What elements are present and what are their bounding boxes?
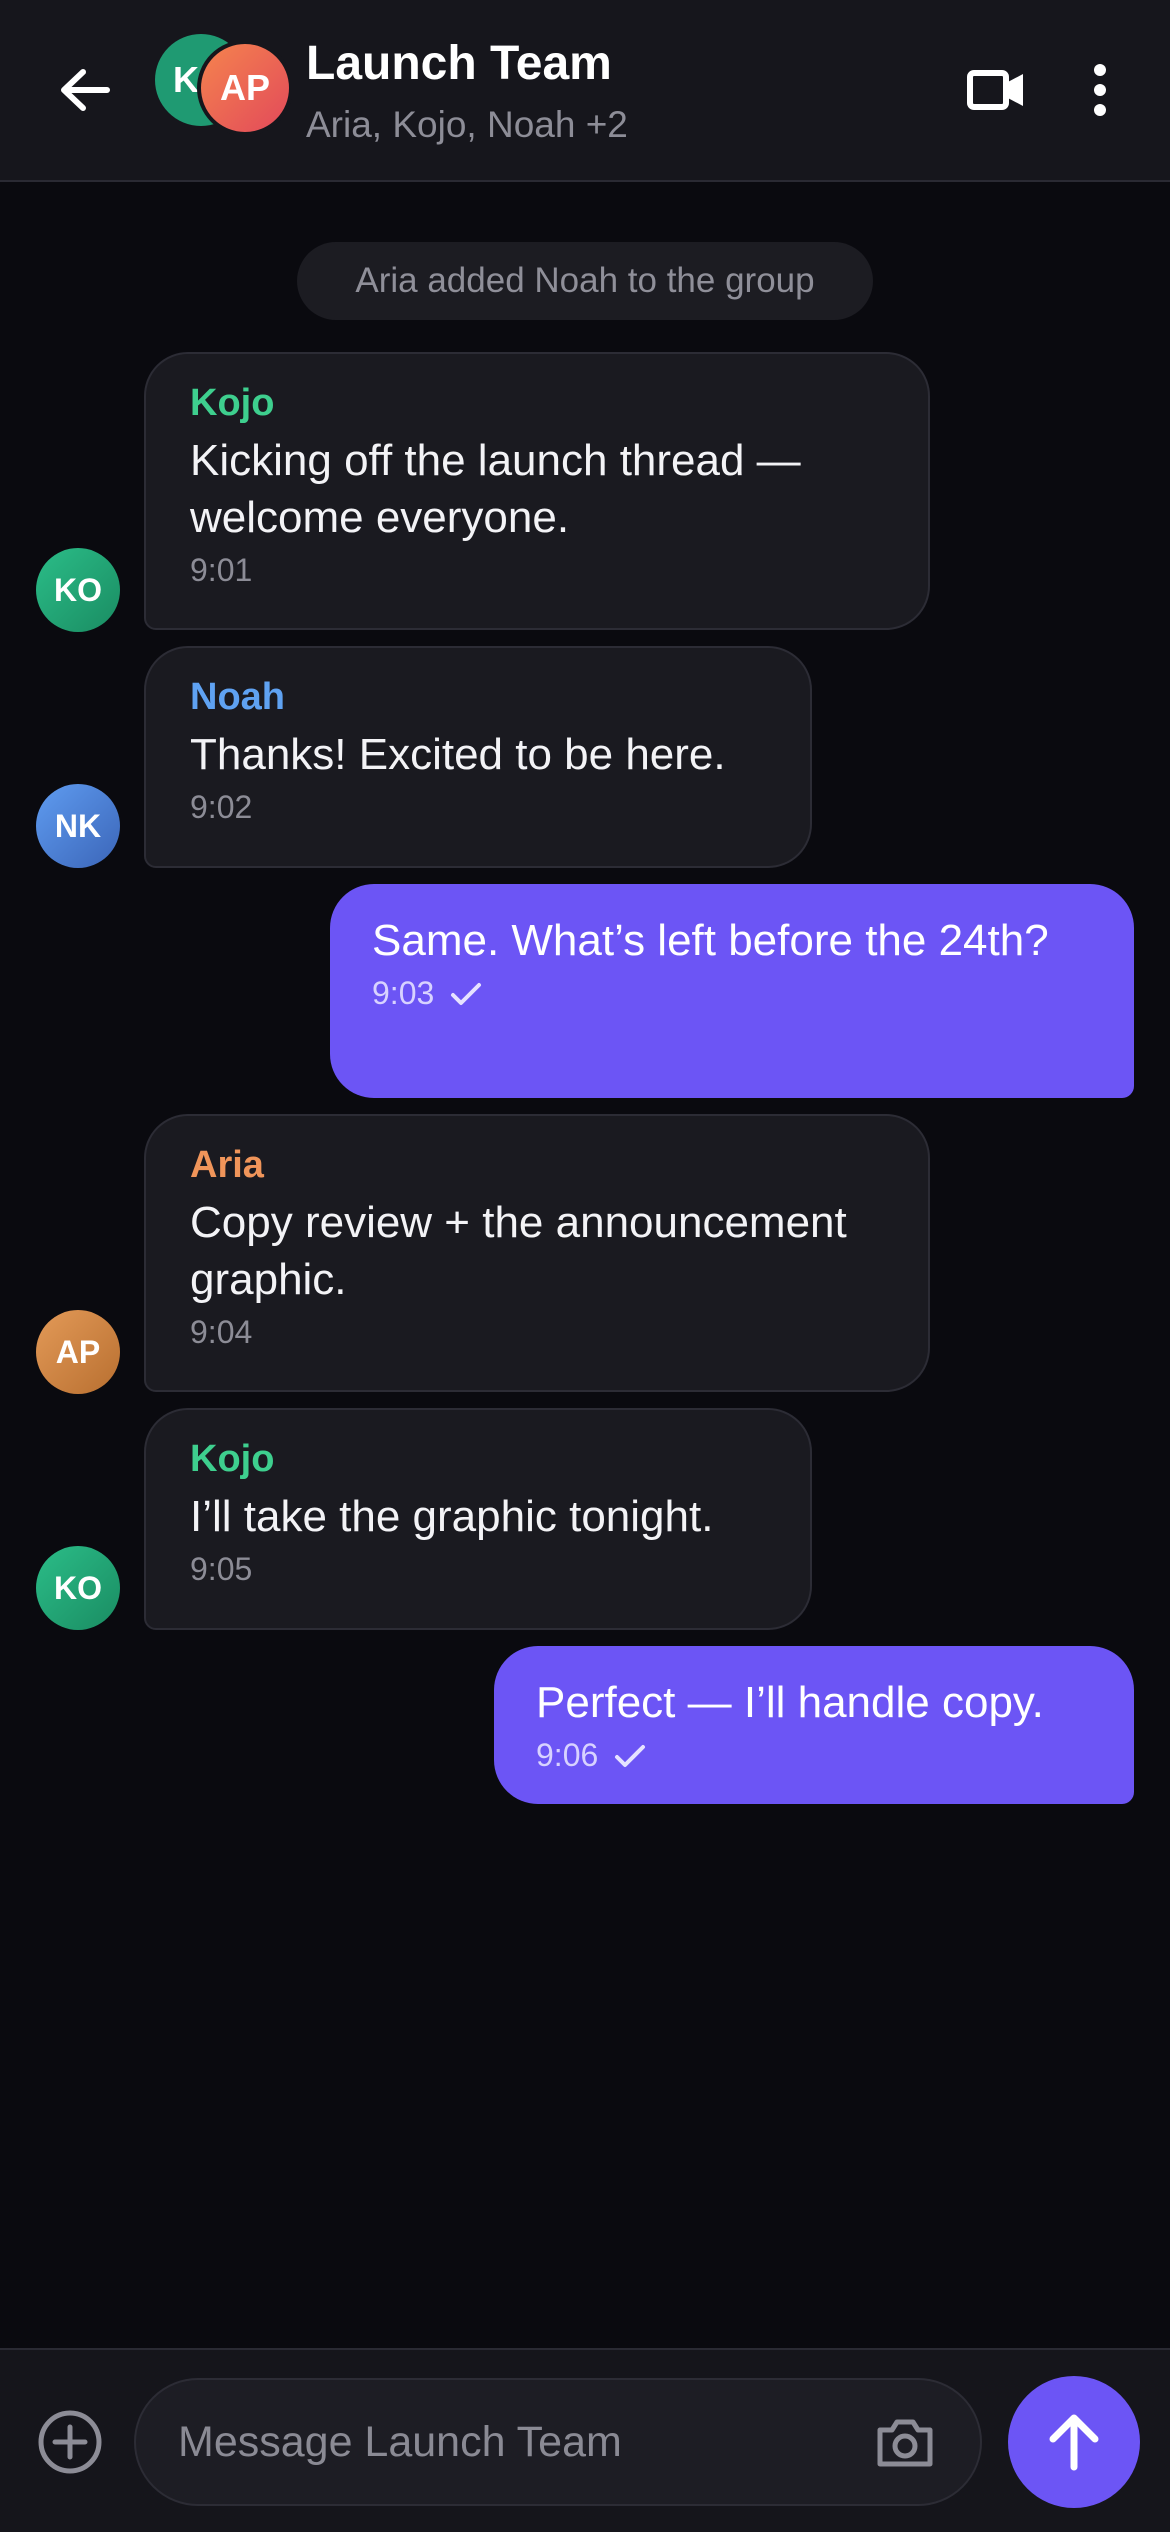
arrow-left-icon bbox=[61, 69, 110, 111]
avatar-initials: AP bbox=[55, 1333, 101, 1370]
message-text: Copy review + the announcement graphic. bbox=[190, 1198, 847, 1304]
checkmark-icon bbox=[450, 981, 482, 1007]
avatar-initials: NK bbox=[54, 807, 102, 844]
avatar[interactable]: KO bbox=[36, 1546, 120, 1630]
more-vertical-icon bbox=[1094, 64, 1106, 116]
system-message: Aria added Noah to the group bbox=[297, 242, 873, 320]
message-text: I’ll take the graphic tonight. bbox=[190, 1492, 714, 1541]
avatar-initials: AP bbox=[219, 67, 270, 108]
message-time: 9:02 bbox=[190, 789, 253, 825]
message-input-container bbox=[134, 2378, 982, 2506]
chat-title[interactable]: Launch Team bbox=[306, 36, 612, 91]
chat-members-subtitle[interactable]: Aria, Kojo, Noah +2 bbox=[306, 104, 628, 146]
camera-icon bbox=[877, 2419, 933, 2467]
plus-circle-icon bbox=[38, 2410, 102, 2474]
message-time: 9:06 bbox=[536, 1737, 1094, 1774]
avatar: AP bbox=[197, 40, 293, 136]
message-input[interactable] bbox=[178, 2380, 838, 2504]
chat-screen: K AP Launch Team Aria, Kojo, Noah +2 Ari… bbox=[0, 0, 1170, 2532]
message-text: Same. What’s left before the 24th? bbox=[372, 916, 1049, 965]
avatar-initials: KO bbox=[54, 571, 102, 608]
avatar[interactable]: NK bbox=[36, 784, 120, 868]
avatar-initials: K bbox=[173, 59, 199, 100]
message-time: 9:05 bbox=[190, 1551, 253, 1587]
message-bubble-incoming[interactable]: Noah Thanks! Excited to be here. 9:02 bbox=[144, 646, 812, 868]
message-bubble-incoming[interactable]: Kojo I’ll take the graphic tonight. 9:05 bbox=[144, 1408, 812, 1630]
message-bubble-incoming[interactable]: Kojo Kicking off the launch thread — wel… bbox=[144, 352, 930, 630]
message-sender: Noah bbox=[190, 676, 285, 718]
avatar[interactable]: KO bbox=[36, 548, 120, 632]
send-button[interactable] bbox=[1008, 2376, 1140, 2508]
message-text: Thanks! Excited to be here. bbox=[190, 730, 726, 779]
checkmark-icon bbox=[614, 1743, 646, 1769]
attach-button[interactable] bbox=[36, 2408, 104, 2476]
message-sender: Aria bbox=[190, 1144, 264, 1186]
message-bubble-outgoing[interactable]: Same. What’s left before the 24th? 9:03 bbox=[330, 884, 1134, 1098]
avatar[interactable]: AP bbox=[36, 1310, 120, 1394]
message-sender: Kojo bbox=[190, 1438, 275, 1480]
chat-header: K AP Launch Team Aria, Kojo, Noah +2 bbox=[0, 0, 1170, 182]
message-text: Perfect — I’ll handle copy. bbox=[536, 1678, 1044, 1727]
message-time: 9:03 bbox=[372, 975, 1094, 1012]
message-time: 9:01 bbox=[190, 552, 253, 588]
message-composer bbox=[0, 2348, 1170, 2532]
avatar-initials: KO bbox=[54, 1569, 102, 1606]
video-call-button[interactable] bbox=[962, 60, 1032, 120]
message-bubble-outgoing[interactable]: Perfect — I’ll handle copy. 9:06 bbox=[494, 1646, 1134, 1804]
message-sender: Kojo bbox=[190, 382, 275, 424]
back-button[interactable] bbox=[50, 55, 120, 125]
send-arrow-up-icon bbox=[1049, 2414, 1099, 2471]
message-time: 9:04 bbox=[190, 1314, 253, 1350]
message-bubble-incoming[interactable]: Aria Copy review + the announcement grap… bbox=[144, 1114, 930, 1392]
camera-button[interactable] bbox=[872, 2410, 938, 2474]
more-options-button[interactable] bbox=[1074, 55, 1126, 125]
group-avatar-stack[interactable]: K AP bbox=[155, 32, 293, 136]
video-camera-icon bbox=[967, 70, 1023, 110]
message-text: Kicking off the launch thread — welcome … bbox=[190, 436, 801, 542]
